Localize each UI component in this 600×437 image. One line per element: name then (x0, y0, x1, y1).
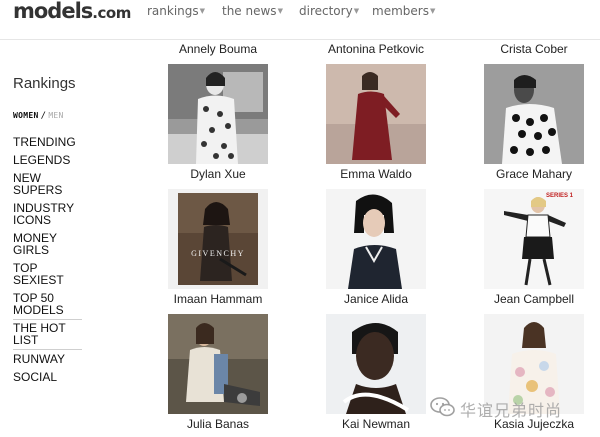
model-name[interactable]: Dylan Xue (148, 167, 288, 181)
model-name[interactable]: Grace Mahary (464, 167, 600, 181)
gender-men-link[interactable]: MEN (48, 111, 63, 120)
chevron-down-icon: ▼ (429, 7, 436, 15)
ad-caption: GIVENCHY (191, 249, 245, 258)
model-photo-beauty-closeup[interactable] (326, 314, 426, 414)
model-name[interactable]: Janice Alida (306, 292, 446, 306)
nav-members-label: members (372, 4, 429, 18)
model-name[interactable]: Crista Cober (464, 42, 600, 56)
model-photo-bw-floral[interactable] (168, 64, 268, 164)
sidebar-title: Rankings (13, 75, 76, 92)
model-name[interactable]: Jean Campbell (464, 292, 600, 306)
category-top-sexiest-line2[interactable]: SEXIEST (13, 274, 64, 286)
gender-switch: WOMEN / MEN (13, 110, 83, 122)
logo-text: models (13, 0, 93, 23)
model-photo-seated-editorial[interactable] (168, 314, 268, 414)
editorial-caption: SERIES 1 (546, 193, 574, 199)
model-photo-image (326, 314, 426, 414)
model-photo-image (484, 64, 584, 164)
gender-women-link[interactable]: WOMEN (13, 111, 39, 120)
logo-domain: .com (92, 4, 131, 22)
model-photo-image (326, 64, 426, 164)
model-photo-image (326, 189, 426, 289)
model-photo-polka-dot[interactable] (484, 64, 584, 164)
model-name[interactable]: Julia Banas (148, 417, 288, 431)
model-photo-image (168, 314, 268, 414)
model-photo-image (168, 189, 268, 289)
model-name[interactable]: Imaan Hammam (148, 292, 288, 306)
nav-the-news-label: the news (222, 4, 277, 18)
category-hot-list-line2[interactable]: LIST (13, 334, 38, 346)
model-photo-black-bob[interactable] (326, 189, 426, 289)
category-social[interactable]: SOCIAL (13, 371, 57, 383)
nav-directory-label: directory (299, 4, 353, 18)
watermark-text: 华谊兄弟时尚 (460, 403, 563, 420)
category-new-supers-line2[interactable]: SUPERS (13, 184, 62, 196)
category-divider (13, 349, 82, 350)
nav-members[interactable]: members▼ (372, 4, 435, 18)
category-divider (13, 319, 82, 320)
model-photo-image (484, 189, 584, 289)
model-photo-givenchy-ad[interactable]: GIVENCHY (168, 189, 268, 289)
nav-directory[interactable]: directory▼ (299, 4, 359, 18)
category-money-girls-line2[interactable]: GIRLS (13, 244, 49, 256)
chevron-down-icon: ▼ (353, 7, 360, 15)
model-photo-red-dress[interactable] (326, 64, 426, 164)
wechat-icon (430, 397, 455, 417)
model-name[interactable]: Emma Waldo (306, 167, 446, 181)
model-name[interactable]: Annely Bouma (148, 42, 288, 56)
gender-separator: / (40, 111, 47, 121)
category-trending[interactable]: TRENDING (13, 136, 76, 148)
top-navigation-bar: models.com rankings▼ the news▼ directory… (0, 0, 600, 40)
chevron-down-icon: ▼ (277, 7, 283, 15)
category-legends[interactable]: LEGENDS (13, 154, 70, 166)
category-runway[interactable]: RUNWAY (13, 353, 65, 365)
chevron-down-icon: ▼ (199, 7, 206, 15)
rankings-sidebar: Rankings WOMEN / MEN (13, 74, 83, 122)
category-industry-icons-line2[interactable]: ICONS (13, 214, 51, 226)
category-top-50-models-line2[interactable]: MODELS (13, 304, 64, 316)
nav-the-news[interactable]: the news▼ (222, 4, 283, 18)
nav-rankings[interactable]: rankings▼ (147, 4, 205, 18)
nav-rankings-label: rankings (147, 4, 199, 18)
model-photo-series-editorial[interactable]: SERIES 1 (484, 189, 584, 289)
site-logo[interactable]: models.com (13, 0, 131, 24)
model-photo-image (168, 64, 268, 164)
model-name[interactable]: Kai Newman (306, 417, 446, 431)
model-name[interactable]: Antonina Petkovic (306, 42, 446, 56)
